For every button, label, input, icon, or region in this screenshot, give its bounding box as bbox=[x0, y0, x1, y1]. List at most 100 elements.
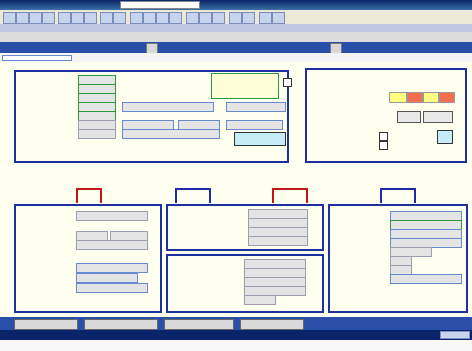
top-right-label bbox=[311, 92, 351, 99]
center-field[interactable] bbox=[226, 102, 286, 112]
tab-right-b[interactable] bbox=[412, 43, 468, 52]
previous-record-icon[interactable] bbox=[143, 12, 156, 24]
tab-strip bbox=[0, 42, 472, 54]
highlight-box-cyan[interactable] bbox=[234, 132, 286, 146]
panel-label bbox=[334, 212, 378, 219]
help-icon[interactable] bbox=[259, 12, 272, 24]
form-label bbox=[20, 112, 50, 119]
center-bottom-panel bbox=[166, 254, 324, 313]
refresh-icon[interactable] bbox=[242, 12, 255, 24]
filter-icon[interactable] bbox=[199, 12, 212, 24]
top-right-label bbox=[311, 132, 351, 139]
top-right-value bbox=[397, 74, 423, 81]
action-button[interactable] bbox=[397, 111, 421, 123]
panel-field[interactable] bbox=[248, 236, 308, 246]
redo-icon[interactable] bbox=[113, 12, 126, 24]
panel-field[interactable] bbox=[76, 273, 138, 283]
sort-icon[interactable] bbox=[212, 12, 225, 24]
form-field[interactable] bbox=[78, 129, 116, 139]
delete-icon[interactable] bbox=[229, 12, 242, 24]
open-icon[interactable] bbox=[16, 12, 29, 24]
form-label bbox=[20, 130, 50, 137]
bottom-tab[interactable] bbox=[240, 319, 304, 330]
center-label bbox=[122, 76, 162, 83]
panel-label bbox=[172, 278, 212, 285]
next-record-icon[interactable] bbox=[156, 12, 169, 24]
settings-icon[interactable] bbox=[272, 12, 285, 24]
panel-label bbox=[172, 269, 212, 276]
highlight-box-cyan[interactable] bbox=[437, 130, 453, 144]
panel-field[interactable] bbox=[76, 240, 148, 250]
top-right-checkbox[interactable] bbox=[379, 132, 388, 141]
panel-label bbox=[172, 210, 212, 217]
save-icon[interactable] bbox=[29, 12, 42, 24]
tab-center[interactable] bbox=[160, 43, 330, 52]
mid-row-value bbox=[74, 166, 114, 173]
subheader-field[interactable] bbox=[2, 55, 72, 61]
panel-field[interactable] bbox=[76, 263, 148, 273]
paste-icon[interactable] bbox=[84, 12, 97, 24]
panel-label bbox=[334, 230, 378, 237]
toolbar-right-link[interactable] bbox=[390, 3, 468, 11]
copy-icon[interactable] bbox=[71, 12, 84, 24]
option-group-note bbox=[214, 75, 274, 82]
center-footer-label bbox=[122, 139, 152, 146]
cut-icon[interactable] bbox=[58, 12, 71, 24]
tab-left[interactable] bbox=[8, 43, 138, 52]
undo-icon[interactable] bbox=[100, 12, 113, 24]
panel-field[interactable] bbox=[76, 211, 148, 221]
panel-label bbox=[20, 232, 60, 239]
center-label bbox=[122, 85, 162, 92]
form-area bbox=[0, 62, 472, 317]
panel-label bbox=[172, 287, 212, 294]
highlight-box-red bbox=[407, 92, 423, 103]
first-record-icon[interactable] bbox=[130, 12, 143, 24]
top-left-panel bbox=[14, 70, 292, 163]
panel-label bbox=[20, 264, 60, 271]
panel-label bbox=[172, 228, 212, 235]
top-right-label bbox=[311, 83, 351, 90]
title-search-input[interactable] bbox=[120, 1, 200, 9]
panel-label bbox=[334, 221, 378, 228]
option-item[interactable] bbox=[214, 83, 274, 90]
mid-row-value bbox=[74, 176, 114, 183]
panel-field[interactable] bbox=[390, 274, 462, 284]
highlight-box-yellow bbox=[423, 92, 439, 103]
panel-field[interactable] bbox=[244, 295, 276, 305]
panel-label bbox=[20, 274, 60, 281]
bottom-left-panel bbox=[14, 204, 162, 313]
find-icon[interactable] bbox=[186, 12, 199, 24]
right-panel bbox=[328, 204, 468, 313]
top-right-panel bbox=[305, 68, 467, 163]
highlight-box-red bbox=[439, 92, 455, 103]
group-marker-red bbox=[76, 188, 102, 203]
last-record-icon[interactable] bbox=[169, 12, 182, 24]
highlight-box-yellow bbox=[389, 92, 407, 103]
tab-right-a[interactable] bbox=[345, 43, 410, 52]
footer bbox=[0, 340, 472, 351]
panel-field[interactable] bbox=[76, 283, 148, 293]
form-label bbox=[20, 103, 50, 110]
panel-label bbox=[334, 257, 378, 264]
bottom-tab[interactable] bbox=[164, 319, 234, 330]
option-group bbox=[211, 73, 279, 99]
print-icon[interactable] bbox=[42, 12, 55, 24]
panel-label bbox=[334, 275, 378, 282]
panel-label bbox=[172, 219, 212, 226]
group-marker bbox=[175, 188, 211, 203]
center-field[interactable] bbox=[226, 120, 283, 130]
new-icon[interactable] bbox=[3, 12, 16, 24]
option-checkbox[interactable] bbox=[283, 78, 292, 87]
center-field[interactable] bbox=[122, 102, 214, 112]
action-button[interactable] bbox=[423, 111, 453, 123]
top-right-checkbox[interactable] bbox=[379, 141, 388, 150]
status-indicator-icon bbox=[440, 331, 470, 339]
bottom-tab[interactable] bbox=[84, 319, 158, 330]
panel-label bbox=[20, 240, 60, 247]
panel-label bbox=[20, 284, 60, 291]
toolbar bbox=[0, 10, 472, 24]
option-item[interactable] bbox=[214, 91, 274, 98]
center-field[interactable] bbox=[122, 129, 220, 139]
bottom-tab[interactable] bbox=[14, 319, 78, 330]
form-label bbox=[20, 76, 50, 83]
